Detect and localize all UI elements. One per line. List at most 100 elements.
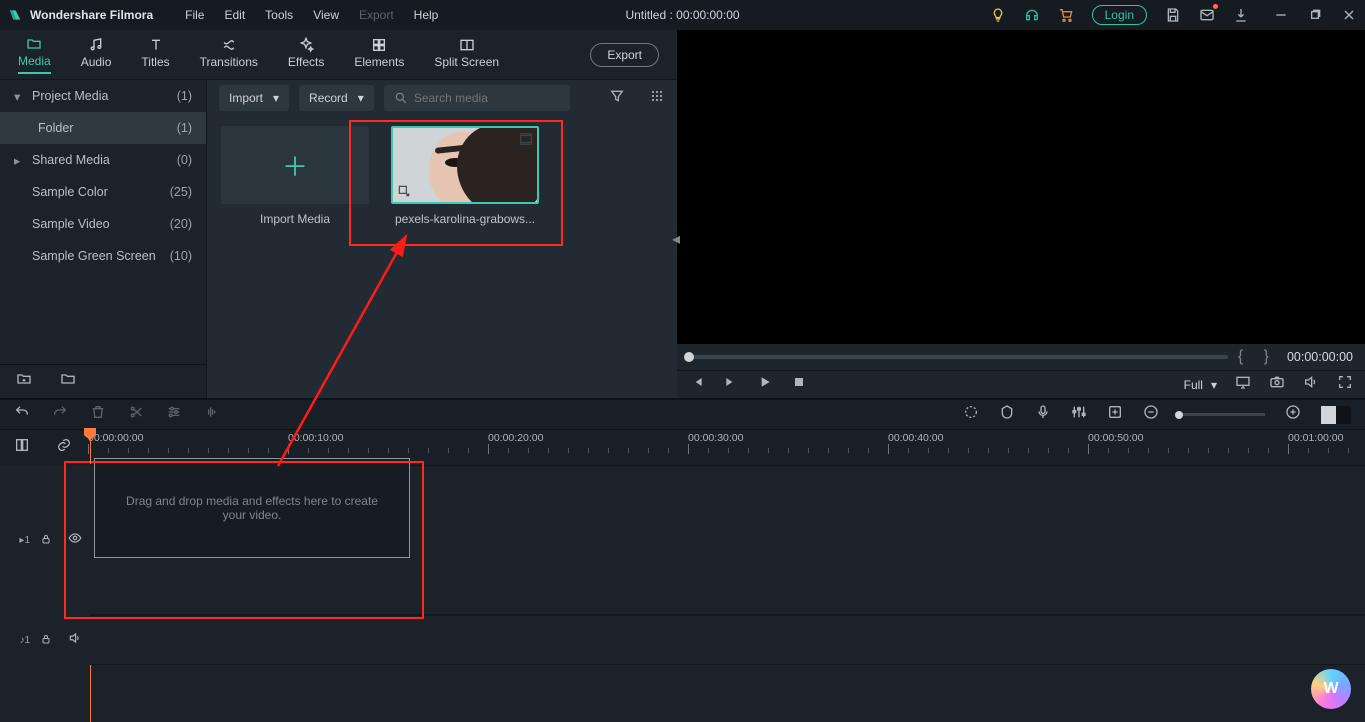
zoom-slider[interactable]	[1179, 413, 1265, 416]
snapshot-icon[interactable]	[1269, 374, 1285, 395]
menu-edit[interactable]: Edit	[224, 8, 245, 22]
play-icon[interactable]	[757, 374, 773, 395]
audio-track-row: ♪1	[0, 615, 1365, 665]
project-title: Untitled : 00:00:00:00	[625, 8, 739, 22]
chevron-right-icon: ▸	[14, 153, 24, 168]
search-input[interactable]	[384, 85, 570, 111]
brand-badge: W	[1311, 669, 1351, 709]
visibility-icon[interactable]	[68, 531, 82, 550]
zoom-in-icon[interactable]	[1285, 404, 1301, 425]
record-dropdown[interactable]: Record▾	[299, 85, 374, 111]
export-button[interactable]: Export	[590, 43, 659, 67]
marker-icon[interactable]	[999, 404, 1015, 425]
voiceover-icon[interactable]	[1035, 404, 1051, 425]
tab-label: Media	[18, 54, 51, 68]
marker-braces: { }	[1238, 348, 1277, 366]
window-close-icon[interactable]	[1341, 7, 1357, 23]
audio-track-badge: ♪1	[19, 635, 30, 646]
tab-media[interactable]: Media	[18, 36, 51, 74]
preview-panel: { } 00:00:00:00 Full▾	[677, 30, 1365, 398]
tab-audio[interactable]: Audio	[81, 37, 112, 73]
tab-effects[interactable]: Effects	[288, 37, 324, 73]
tab-split-screen[interactable]: Split Screen	[434, 37, 499, 73]
mute-icon[interactable]	[68, 631, 82, 650]
sidebar-item-sample-color[interactable]: Sample Color (25)	[0, 176, 206, 208]
menu-view[interactable]: View	[313, 8, 339, 22]
zoom-out-icon[interactable]	[1143, 404, 1159, 425]
chevron-down-icon: ▾	[14, 89, 24, 104]
add-marker-icon[interactable]	[1107, 404, 1123, 425]
video-track-badge: ▸1	[19, 535, 30, 546]
save-icon[interactable]	[1165, 7, 1181, 23]
volume-icon[interactable]	[1303, 374, 1319, 395]
menu-file[interactable]: File	[185, 8, 204, 22]
tracks-manage-icon[interactable]	[14, 437, 30, 458]
split-clip-icon[interactable]	[128, 404, 144, 425]
effects-icon	[298, 37, 314, 53]
render-icon[interactable]	[963, 404, 979, 425]
window-restore-icon[interactable]	[1307, 7, 1323, 23]
edit-tools-icon[interactable]	[166, 404, 182, 425]
media-sidebar: ▾ Project Media (1) Folder (1) ▸ Shared …	[0, 80, 207, 398]
cart-icon[interactable]	[1058, 7, 1074, 23]
timeline-toolbar	[0, 399, 1365, 429]
tab-label: Titles	[141, 55, 169, 69]
split-icon	[459, 37, 475, 53]
window-minimize-icon[interactable]	[1273, 7, 1289, 23]
mixer-icon[interactable]	[1071, 404, 1087, 425]
tab-elements[interactable]: Elements	[354, 37, 404, 73]
filter-icon[interactable]	[609, 88, 625, 109]
undo-icon[interactable]	[14, 404, 30, 425]
delete-icon[interactable]	[90, 404, 106, 425]
link-icon[interactable]	[56, 437, 72, 458]
redo-icon[interactable]	[52, 404, 68, 425]
timeline-drop-zone[interactable]: Drag and drop media and effects here to …	[94, 458, 410, 558]
menu-tools[interactable]: Tools	[265, 8, 293, 22]
quality-select[interactable]: Full▾	[1184, 378, 1217, 392]
lock-icon[interactable]	[40, 533, 52, 548]
download-icon[interactable]	[1233, 7, 1249, 23]
tool-tabs: Media Audio Titles Transitions Effects E…	[0, 30, 677, 80]
elements-icon	[371, 37, 387, 53]
media-clip-card[interactable]: pexels-karolina-grabows...	[391, 126, 539, 226]
import-dropdown[interactable]: Import▾	[219, 85, 289, 111]
import-media-card[interactable]: ＋ Import Media	[221, 126, 369, 226]
ruler-playhead[interactable]	[90, 428, 91, 464]
tab-transitions[interactable]: Transitions	[200, 37, 258, 73]
app-name: Wondershare Filmora	[30, 8, 153, 22]
login-button[interactable]: Login	[1092, 5, 1147, 25]
panel-collapse-handle[interactable]: ◂	[672, 229, 680, 249]
sidebar-item-sample-video[interactable]: Sample Video (20)	[0, 208, 206, 240]
audio-track[interactable]	[90, 615, 1365, 665]
sidebar-item-project-media[interactable]: ▾ Project Media (1)	[0, 80, 206, 112]
search-field[interactable]	[414, 91, 560, 105]
lock-icon[interactable]	[40, 633, 52, 648]
menu-help[interactable]: Help	[414, 8, 439, 22]
message-icon[interactable]	[1199, 7, 1215, 23]
timeline-view-toggle[interactable]	[1321, 406, 1351, 424]
grid-view-icon[interactable]	[649, 88, 665, 109]
tab-label: Split Screen	[434, 55, 499, 69]
chevron-down-icon: ▾	[1211, 378, 1217, 392]
tab-label: Transitions	[200, 55, 258, 69]
preview-viewport[interactable]	[677, 30, 1365, 344]
sidebar-item-folder[interactable]: Folder (1)	[0, 112, 206, 144]
tab-label: Elements	[354, 55, 404, 69]
idea-icon[interactable]	[990, 7, 1006, 23]
sidebar-item-shared-media[interactable]: ▸ Shared Media (0)	[0, 144, 206, 176]
headset-icon[interactable]	[1024, 7, 1040, 23]
chevron-down-icon: ▾	[273, 91, 279, 105]
prev-frame-icon[interactable]	[689, 374, 705, 395]
preview-scrubber[interactable]	[689, 355, 1228, 359]
display-icon[interactable]	[1235, 374, 1251, 395]
audio-wave-icon[interactable]	[204, 404, 220, 425]
fullscreen-icon[interactable]	[1337, 374, 1353, 395]
next-frame-icon[interactable]	[723, 374, 739, 395]
new-folder-icon[interactable]	[16, 371, 32, 392]
folder-icon	[26, 36, 42, 52]
stop-icon[interactable]	[791, 374, 807, 395]
tab-titles[interactable]: Titles	[141, 37, 169, 73]
video-track[interactable]: Drag and drop media and effects here to …	[90, 465, 1365, 615]
sidebar-item-sample-green[interactable]: Sample Green Screen (10)	[0, 240, 206, 272]
open-folder-icon[interactable]	[60, 371, 76, 392]
